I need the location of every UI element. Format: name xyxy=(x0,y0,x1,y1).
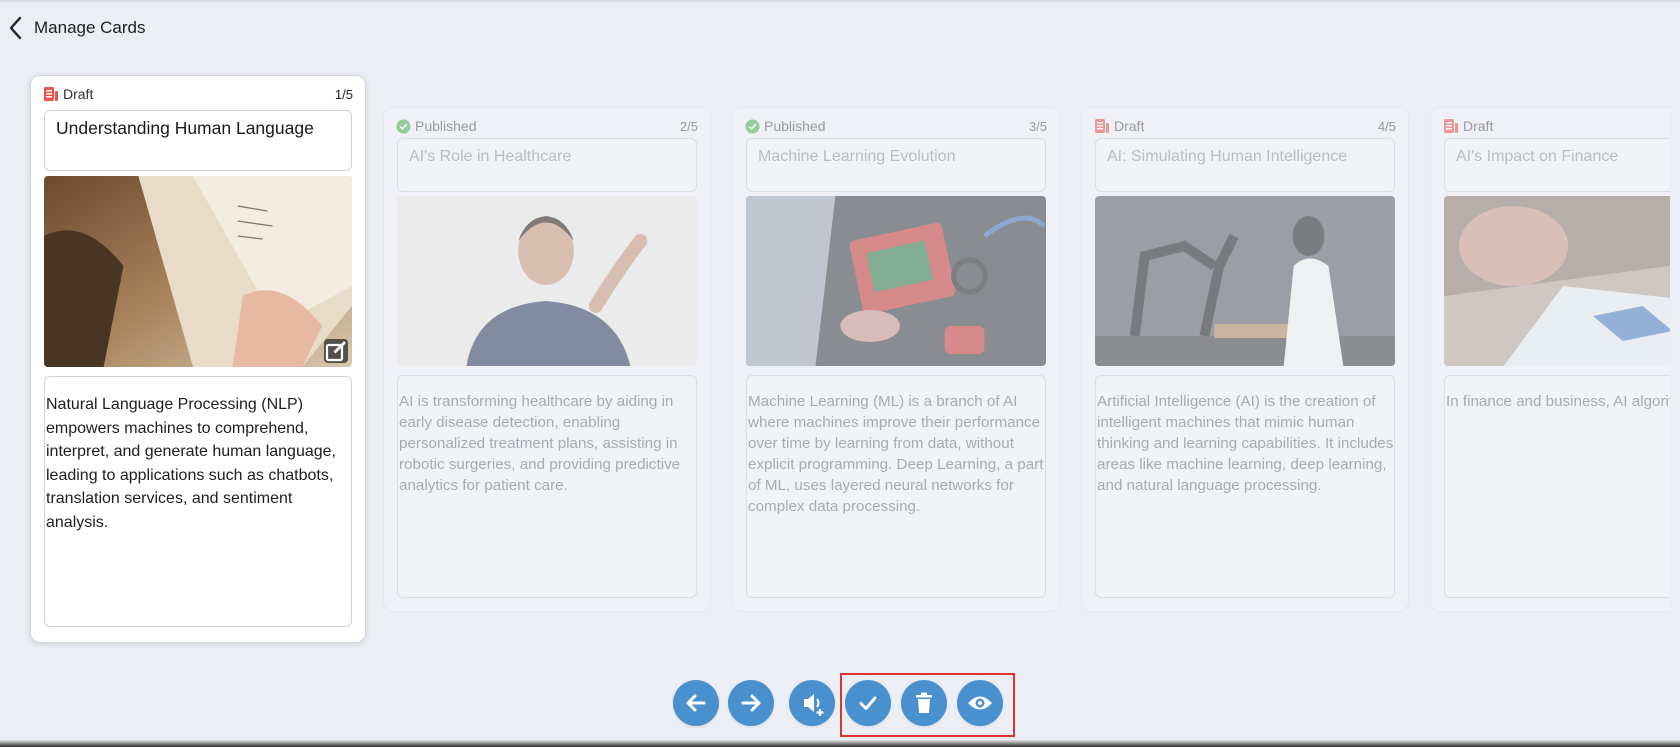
edit-icon xyxy=(325,341,346,362)
page-title: Manage Cards xyxy=(34,18,146,37)
card-description-field[interactable]: AI is transforming healthcare by aiding … xyxy=(397,375,697,598)
card-title-field[interactable]: Machine Learning Evolution xyxy=(746,138,1046,192)
card-counter: 4/5 xyxy=(1377,118,1396,134)
card-image xyxy=(1444,196,1670,366)
card-counter: 2/5 xyxy=(679,118,698,134)
card-header: Draft xyxy=(1443,116,1670,136)
arrow-left-icon xyxy=(686,694,706,712)
previous-card-button[interactable] xyxy=(673,680,719,726)
card-header: Published 3/5 xyxy=(745,116,1047,136)
card-image xyxy=(397,196,697,366)
card[interactable]: Draft 1/5 Understanding Human Language N… xyxy=(30,75,366,643)
approve-button[interactable] xyxy=(845,680,891,726)
bottom-border xyxy=(0,740,1680,747)
card-description-field[interactable]: Machine Learning (ML) is a branch of AI … xyxy=(746,375,1046,598)
status-label: Draft xyxy=(1114,118,1145,134)
status-badge: Draft xyxy=(1443,118,1493,134)
card[interactable]: Draft AI's Impact on Finance In finance … xyxy=(1430,107,1670,612)
check-circle-icon xyxy=(745,118,760,134)
status-badge: Draft xyxy=(1094,118,1144,134)
add-audio-icon xyxy=(804,694,824,716)
card-clip: Draft AI's Impact on Finance In finance … xyxy=(1430,100,1670,620)
draft-icon xyxy=(44,87,58,101)
card-image xyxy=(1095,196,1395,366)
check-icon xyxy=(859,696,877,710)
card[interactable]: Published 2/5 AI's Role in Healthcare AI… xyxy=(383,107,711,612)
card-counter: 1/5 xyxy=(334,86,353,102)
card[interactable]: Draft 4/5 AI: Simulating Human Intellige… xyxy=(1081,107,1409,612)
card-image xyxy=(746,196,1046,366)
draft-icon xyxy=(1095,119,1109,133)
status-label: Published xyxy=(415,118,477,134)
status-badge: Published xyxy=(396,118,477,134)
next-card-button[interactable] xyxy=(728,680,774,726)
card-counter: 3/5 xyxy=(1028,118,1047,134)
preview-button[interactable] xyxy=(957,680,1003,726)
card-description-field[interactable]: Artificial Intelligence (AI) is the crea… xyxy=(1095,375,1395,598)
header: Manage Cards xyxy=(4,14,146,42)
card-title-field[interactable]: AI: Simulating Human Intelligence xyxy=(1095,138,1395,192)
card-title-field[interactable]: AI's Impact on Finance xyxy=(1444,138,1670,192)
card-title-field[interactable]: Understanding Human Language xyxy=(44,110,352,171)
delete-button[interactable] xyxy=(901,680,947,726)
status-label: Draft xyxy=(1463,118,1494,134)
action-toolbar xyxy=(0,680,1680,730)
card-description-field[interactable]: Natural Language Processing (NLP) empowe… xyxy=(44,376,352,627)
status-label: Published xyxy=(764,118,826,134)
chevron-left-icon xyxy=(9,16,22,40)
status-badge: Draft xyxy=(43,86,93,102)
status-label: Draft xyxy=(63,86,94,102)
card-header: Draft 1/5 xyxy=(43,84,353,104)
check-circle-icon xyxy=(396,118,411,134)
card[interactable]: Published 3/5 Machine Learning Evolution… xyxy=(732,107,1060,612)
edit-image-button[interactable] xyxy=(324,339,348,363)
card-description-field[interactable]: In finance and business, AI algorithms p… xyxy=(1444,375,1670,598)
status-badge: Published xyxy=(745,118,826,134)
arrow-right-icon xyxy=(741,694,761,712)
card-title-field[interactable]: AI's Role in Healthcare xyxy=(397,138,697,192)
card-header: Published 2/5 xyxy=(396,116,698,136)
card-header: Draft 4/5 xyxy=(1094,116,1396,136)
back-button[interactable] xyxy=(4,14,26,42)
top-border xyxy=(0,0,1680,2)
trash-icon xyxy=(916,692,932,713)
add-audio-button[interactable] xyxy=(789,680,835,726)
draft-icon xyxy=(1444,119,1458,133)
card-image xyxy=(44,176,352,367)
eye-icon xyxy=(968,696,992,710)
